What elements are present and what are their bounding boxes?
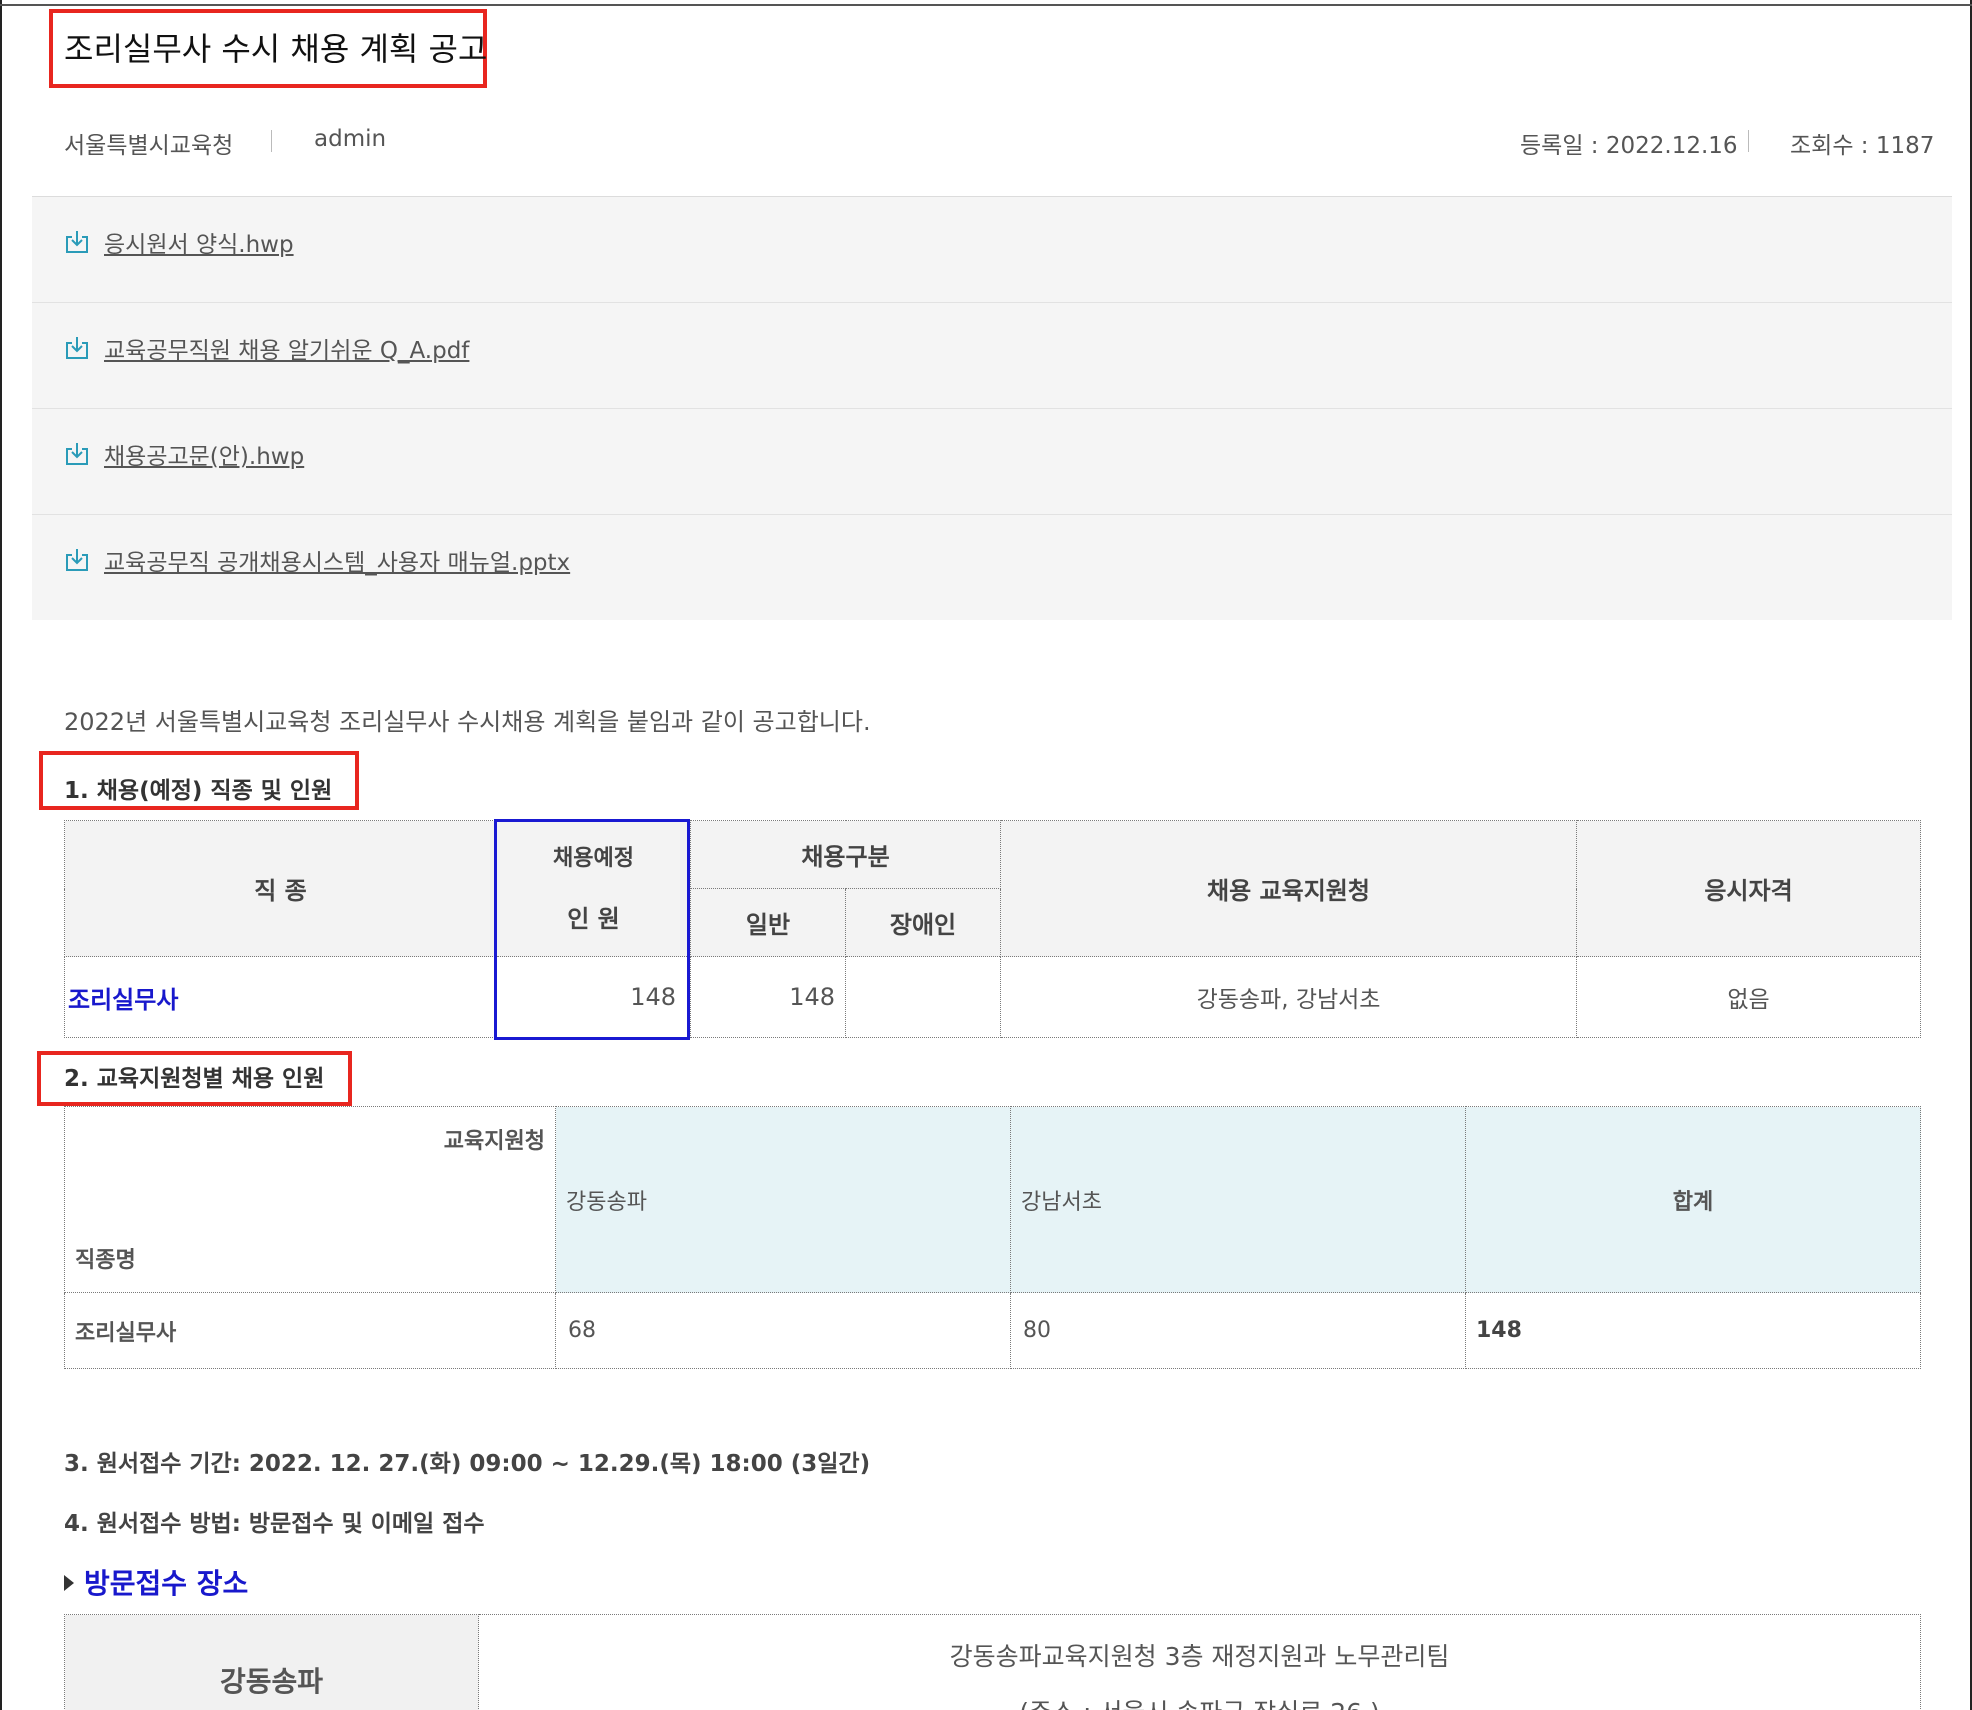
col-header-total: 합계 [1465, 1106, 1921, 1293]
section4-application-method: 4. 원서접수 방법: 방문접수 및 이메일 접수 [64, 1511, 485, 1537]
visit-office-name: 강동송파 [64, 1614, 479, 1710]
header-hire-type: 채용구분 [689, 820, 1002, 889]
meta-divider [271, 130, 272, 152]
attachment-item: 응시원서 양식.hwp [32, 197, 1952, 303]
header-disabled: 장애인 [844, 888, 1002, 957]
col-header-gangdong: 강동송파 [555, 1106, 1011, 1293]
header-qualification: 응시자격 [1576, 820, 1922, 957]
attachment-link[interactable]: 교육공무직 공개채용시스템_사용자 매뉴얼.pptx [104, 543, 570, 577]
view-count: 조회수 : 1187 [1790, 133, 1935, 159]
visit-address-line2: (주소 : 서울시 송파구 잠실로 26 ) [479, 1685, 1920, 1710]
visit-location-heading-text: 방문접수 장소 [84, 1567, 249, 1600]
visit-location-heading: 방문접수 장소 [64, 1562, 248, 1602]
value-total: 148 [1465, 1292, 1921, 1369]
row-planned: 148 [496, 956, 691, 1038]
visit-office-address: 강동송파교육지원청 3층 재정지원과 노무관리팀 (주소 : 서울시 송파구 잠… [478, 1614, 1921, 1710]
download-icon[interactable] [64, 441, 90, 467]
row-general: 148 [690, 956, 846, 1038]
corner-job-label: 직종명 [75, 1248, 136, 1273]
registered-date: 등록일 : 2022.12.16 [1520, 133, 1738, 159]
value-gangdong: 68 [555, 1292, 1011, 1369]
intro-text: 2022년 서울특별시교육청 조리실무사 수시채용 계획을 붙임과 같이 공고합… [64, 708, 871, 736]
download-icon[interactable] [64, 335, 90, 361]
attachment-link[interactable]: 응시원서 양식.hwp [104, 225, 294, 259]
meta-divider [1748, 130, 1749, 152]
value-gangnam: 80 [1010, 1292, 1466, 1369]
triangle-bullet-icon [64, 1575, 74, 1591]
header-planned-bottom: 인 원 [567, 904, 620, 933]
row-job-name: 조리실무사 [64, 1292, 556, 1369]
visit-location-table: 강동송파 강동송파교육지원청 3층 재정지원과 노무관리팀 (주소 : 서울시 … [64, 1614, 1921, 1710]
attachment-link[interactable]: 교육공무직원 채용 알기쉬운 Q_A.pdf [104, 331, 469, 365]
section3-application-period: 3. 원서접수 기간: 2022. 12. 27.(화) 09:00 ~ 12.… [64, 1451, 871, 1477]
attachment-link[interactable]: 채용공고문(안).hwp [104, 437, 304, 471]
attachment-list: 응시원서 양식.hwp 교육공무직원 채용 알기쉬운 Q_A.pdf 채용공고문… [32, 196, 1952, 620]
header-general: 일반 [690, 888, 846, 957]
author-id: admin [314, 126, 387, 152]
row-office: 강동송파, 강남서초 [1000, 956, 1578, 1038]
job-headcount-table: 직 종 채용예정 인 원 채용구분 채용 교육지원청 응시자격 일반 장애인 조… [64, 820, 1922, 1038]
post-title: 조리실무사 수시 채용 계획 공고 [64, 30, 488, 68]
attachment-item: 교육공무직 공개채용시스템_사용자 매뉴얼.pptx [32, 515, 1952, 621]
author-org: 서울특별시교육청 [64, 133, 234, 159]
header-planned-top: 채용예정 [553, 845, 634, 871]
office-headcount-table: 교육지원청 직종명 강동송파 강남서초 합계 조리실무사 68 80 148 [64, 1106, 1921, 1369]
section1-heading: 1. 채용(예정) 직종 및 인원 [64, 778, 333, 804]
corner-office-label: 교육지원청 [443, 1129, 545, 1154]
top-divider [0, 4, 1972, 6]
row-disabled [844, 956, 1002, 1038]
header-job: 직 종 [64, 820, 497, 957]
download-icon[interactable] [64, 547, 90, 573]
visit-address-line1: 강동송파교육지원청 3층 재정지원과 노무관리팀 [949, 1642, 1450, 1671]
header-planned: 채용예정 인 원 [496, 820, 691, 957]
col-header-gangnam: 강남서초 [1010, 1106, 1466, 1293]
corner-header: 교육지원청 직종명 [64, 1106, 556, 1293]
header-office: 채용 교육지원청 [1000, 820, 1578, 957]
attachment-item: 채용공고문(안).hwp [32, 409, 1952, 515]
row-qualification: 없음 [1576, 956, 1922, 1038]
attachment-item: 교육공무직원 채용 알기쉬운 Q_A.pdf [32, 303, 1952, 409]
download-icon[interactable] [64, 229, 90, 255]
section2-heading: 2. 교육지원청별 채용 인원 [64, 1066, 325, 1092]
row-job: 조리실무사 [64, 956, 497, 1038]
